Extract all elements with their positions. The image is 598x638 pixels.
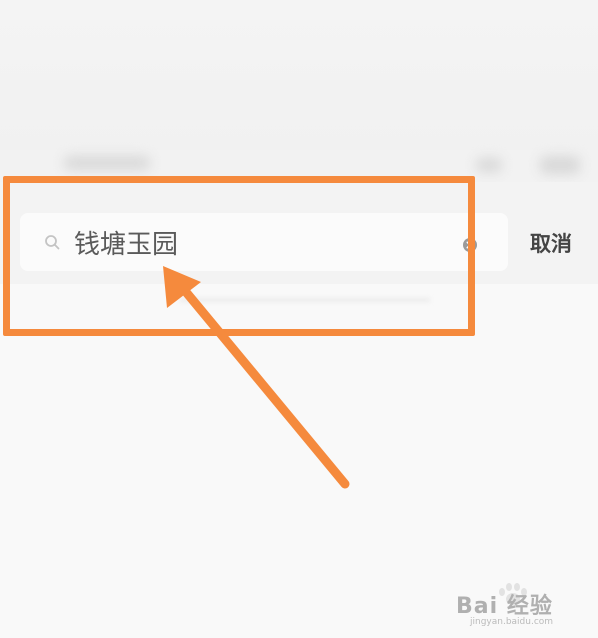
arrow-icon — [163, 266, 350, 489]
watermark-url: jingyan.baidu.com — [470, 617, 554, 627]
watermark-text: Bai 经验 — [456, 594, 553, 619]
